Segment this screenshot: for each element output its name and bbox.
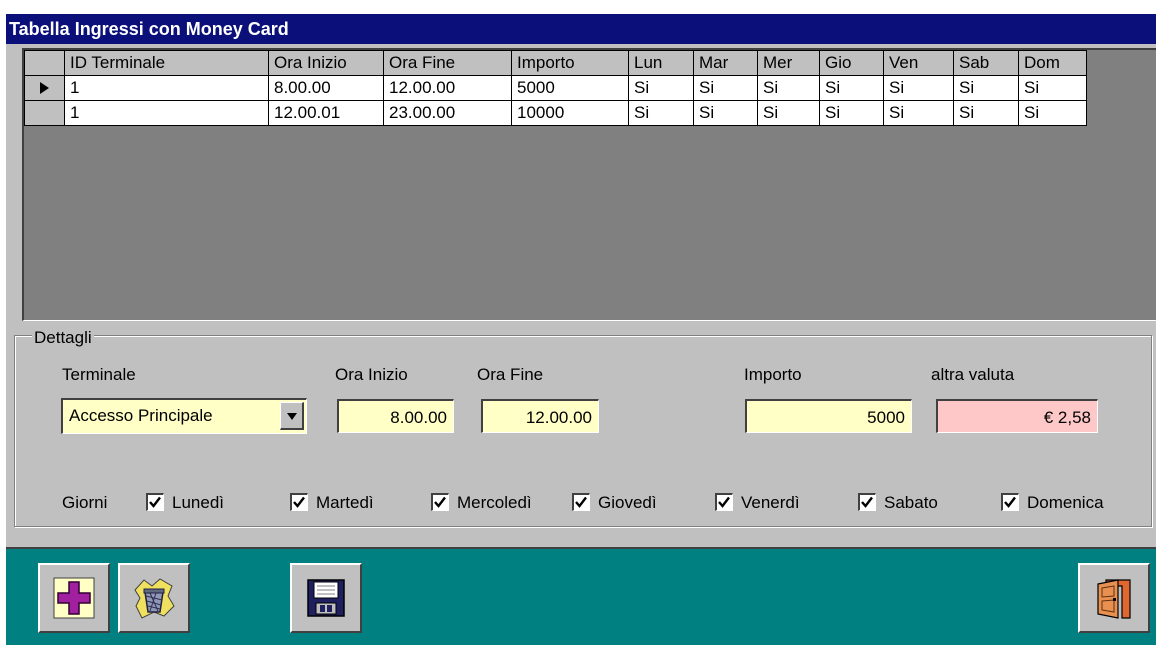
save-button[interactable]: [290, 563, 362, 633]
checkmark-icon: [861, 496, 873, 508]
checkbox-sabato[interactable]: [858, 493, 876, 511]
details-legend: Dettagli: [32, 328, 94, 348]
day-label-giovedi: Giovedì: [598, 493, 657, 512]
terminale-value: Accesso Principale: [69, 406, 213, 425]
column-header[interactable]: Mar: [693, 50, 758, 76]
table-cell[interactable]: Si: [1018, 100, 1087, 126]
altra-valuta-field[interactable]: € 2,58: [936, 399, 1098, 433]
table-cell[interactable]: 1: [64, 75, 269, 101]
terminale-label: Terminale: [62, 365, 136, 384]
table-cell[interactable]: Si: [757, 75, 820, 101]
datasheet-header-row: ID Terminale Ora Inizio Ora Fine Importo…: [24, 50, 1087, 76]
ora-inizio-field[interactable]: 8.00.00: [337, 399, 454, 433]
checkbox-mercoledi[interactable]: [431, 493, 449, 511]
table-cell[interactable]: 1: [64, 100, 269, 126]
column-header[interactable]: Importo: [511, 50, 629, 76]
row-selector[interactable]: [24, 100, 65, 126]
column-header[interactable]: Ora Fine: [383, 50, 512, 76]
table-cell[interactable]: Si: [693, 100, 758, 126]
row-selector-header[interactable]: [24, 50, 65, 76]
checkbox-martedi[interactable]: [290, 493, 308, 511]
day-label-martedi: Martedì: [316, 493, 374, 512]
table-cell[interactable]: Si: [883, 75, 954, 101]
datasheet-grid[interactable]: ID Terminale Ora Inizio Ora Fine Importo…: [22, 48, 1156, 321]
ora-fine-field[interactable]: 12.00.00: [481, 399, 599, 433]
table-cell[interactable]: 12.00.00: [383, 75, 512, 101]
table-cell[interactable]: 10000: [511, 100, 629, 126]
table-cell[interactable]: Si: [757, 100, 820, 126]
table-cell[interactable]: Si: [953, 100, 1019, 126]
day-label-sabato: Sabato: [884, 493, 938, 512]
importo-label: Importo: [744, 365, 802, 384]
exit-door-icon: [1097, 579, 1131, 619]
delete-record-button[interactable]: [118, 563, 190, 633]
checkmark-icon: [149, 496, 161, 508]
checkbox-venerdi[interactable]: [715, 493, 733, 511]
checkmark-icon: [434, 496, 446, 508]
chevron-down-icon[interactable]: [280, 402, 304, 430]
table-cell[interactable]: Si: [819, 75, 884, 101]
column-header[interactable]: ID Terminale: [64, 50, 269, 76]
column-header[interactable]: Gio: [819, 50, 884, 76]
terminale-combobox[interactable]: Accesso Principale: [61, 398, 307, 434]
table-cell[interactable]: Si: [883, 100, 954, 126]
day-label-domenica: Domenica: [1027, 493, 1104, 512]
column-header[interactable]: Sab: [953, 50, 1019, 76]
checkmark-icon: [293, 496, 305, 508]
table-cell[interactable]: 23.00.00: [383, 100, 512, 126]
window-title: Tabella Ingressi con Money Card: [9, 19, 289, 39]
column-header[interactable]: Ora Inizio: [268, 50, 384, 76]
table-cell[interactable]: Si: [628, 75, 694, 101]
window-titlebar: Tabella Ingressi con Money Card: [6, 14, 1156, 44]
table-cell[interactable]: Si: [628, 100, 694, 126]
table-cell[interactable]: 8.00.00: [268, 75, 384, 101]
checkbox-giovedi[interactable]: [572, 493, 590, 511]
checkmark-icon: [575, 496, 587, 508]
datasheet-table: ID Terminale Ora Inizio Ora Fine Importo…: [24, 50, 1087, 126]
table-cell[interactable]: Si: [819, 100, 884, 126]
table-cell[interactable]: Si: [1018, 75, 1087, 101]
column-header[interactable]: Dom: [1018, 50, 1087, 76]
table-cell[interactable]: Si: [953, 75, 1019, 101]
checkbox-domenica[interactable]: [1001, 493, 1019, 511]
altra-valuta-label: altra valuta: [931, 365, 1015, 384]
day-label-lunedi: Lunedì: [172, 493, 224, 512]
app-window: Tabella Ingressi con Money Card ID Termi…: [6, 14, 1156, 645]
checkbox-lunedi[interactable]: [146, 493, 164, 511]
current-record-icon[interactable]: [24, 75, 65, 101]
day-label-venerdi: Venerdì: [741, 493, 800, 512]
table-cell[interactable]: 12.00.01: [268, 100, 384, 126]
table-row[interactable]: 1 12.00.01 23.00.00 10000 Si Si Si Si Si…: [24, 100, 1087, 126]
ora-inizio-label: Ora Inizio: [335, 365, 408, 384]
add-record-icon: [53, 577, 95, 619]
giorni-label: Giorni: [62, 493, 108, 512]
day-label-mercoledi: Mercoledì: [457, 493, 532, 512]
add-record-button[interactable]: [38, 563, 110, 633]
table-cell[interactable]: Si: [693, 75, 758, 101]
table-row[interactable]: 1 8.00.00 12.00.00 5000 Si Si Si Si Si S…: [24, 75, 1087, 101]
checkmark-icon: [718, 496, 730, 508]
exit-button[interactable]: [1078, 563, 1150, 633]
importo-field[interactable]: 5000: [745, 399, 912, 433]
bottom-toolbar: [6, 547, 1156, 645]
delete-record-icon: [134, 578, 175, 619]
ora-fine-label: Ora Fine: [477, 365, 544, 384]
table-cell[interactable]: 5000: [511, 75, 629, 101]
column-header[interactable]: Mer: [757, 50, 820, 76]
checkmark-icon: [1004, 496, 1016, 508]
column-header[interactable]: Ven: [883, 50, 954, 76]
save-floppy-icon: [307, 579, 345, 617]
column-header[interactable]: Lun: [628, 50, 694, 76]
